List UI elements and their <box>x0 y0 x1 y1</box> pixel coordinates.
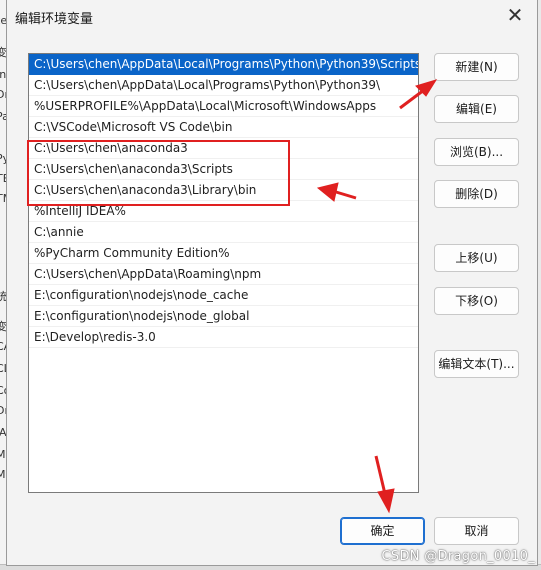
list-item[interactable]: C:\Users\chen\AppData\Local\Programs\Pyt… <box>29 54 418 75</box>
list-item[interactable]: %PyCharm Community Edition% <box>29 243 418 264</box>
close-icon[interactable]: ✕ <box>503 4 527 28</box>
list-item[interactable]: C:\Users\chen\AppData\Local\Programs\Pyt… <box>29 75 418 96</box>
list-item[interactable]: C:\annie <box>29 222 418 243</box>
path-list[interactable]: C:\Users\chen\AppData\Local\Programs\Pyt… <box>28 53 419 493</box>
list-item[interactable]: C:\VSCode\Microsoft VS Code\bin <box>29 117 418 138</box>
move-down-button[interactable]: 下移(O) <box>434 287 519 315</box>
list-item[interactable]: E:\Develop\redis-3.0 <box>29 327 418 348</box>
background-text: M <box>0 468 6 481</box>
new-button[interactable]: 新建(N) <box>434 53 519 81</box>
delete-button[interactable]: 删除(D) <box>434 180 519 208</box>
annotation-highlight-box <box>27 140 290 206</box>
edit-env-var-dialog: 编辑环境变量 ✕ C:\Users\chen\AppData\Local\Pro… <box>6 0 538 566</box>
dialog-title: 编辑环境变量 <box>15 12 94 27</box>
list-item[interactable]: C:\Users\chen\AppData\Roaming\npm <box>29 264 418 285</box>
ok-button[interactable]: 确定 <box>340 517 425 545</box>
move-up-button[interactable]: 上移(U) <box>434 244 519 272</box>
list-item[interactable]: E:\configuration\nodejs\node_cache <box>29 285 418 306</box>
list-item[interactable]: %USERPROFILE%\AppData\Local\Microsoft\Wi… <box>29 96 418 117</box>
browse-button[interactable]: 浏览(B)... <box>434 138 519 166</box>
edit-button[interactable]: 编辑(E) <box>434 95 519 123</box>
title-bar: 编辑环境变量 ✕ <box>7 0 537 32</box>
edit-text-button[interactable]: 编辑文本(T)... <box>434 350 519 378</box>
cancel-button[interactable]: 取消 <box>434 517 519 545</box>
list-item[interactable]: E:\configuration\nodejs\node_global <box>29 306 418 327</box>
background-text: M <box>0 448 6 461</box>
watermark: CSDN @Dragon_0010_ <box>381 549 535 564</box>
